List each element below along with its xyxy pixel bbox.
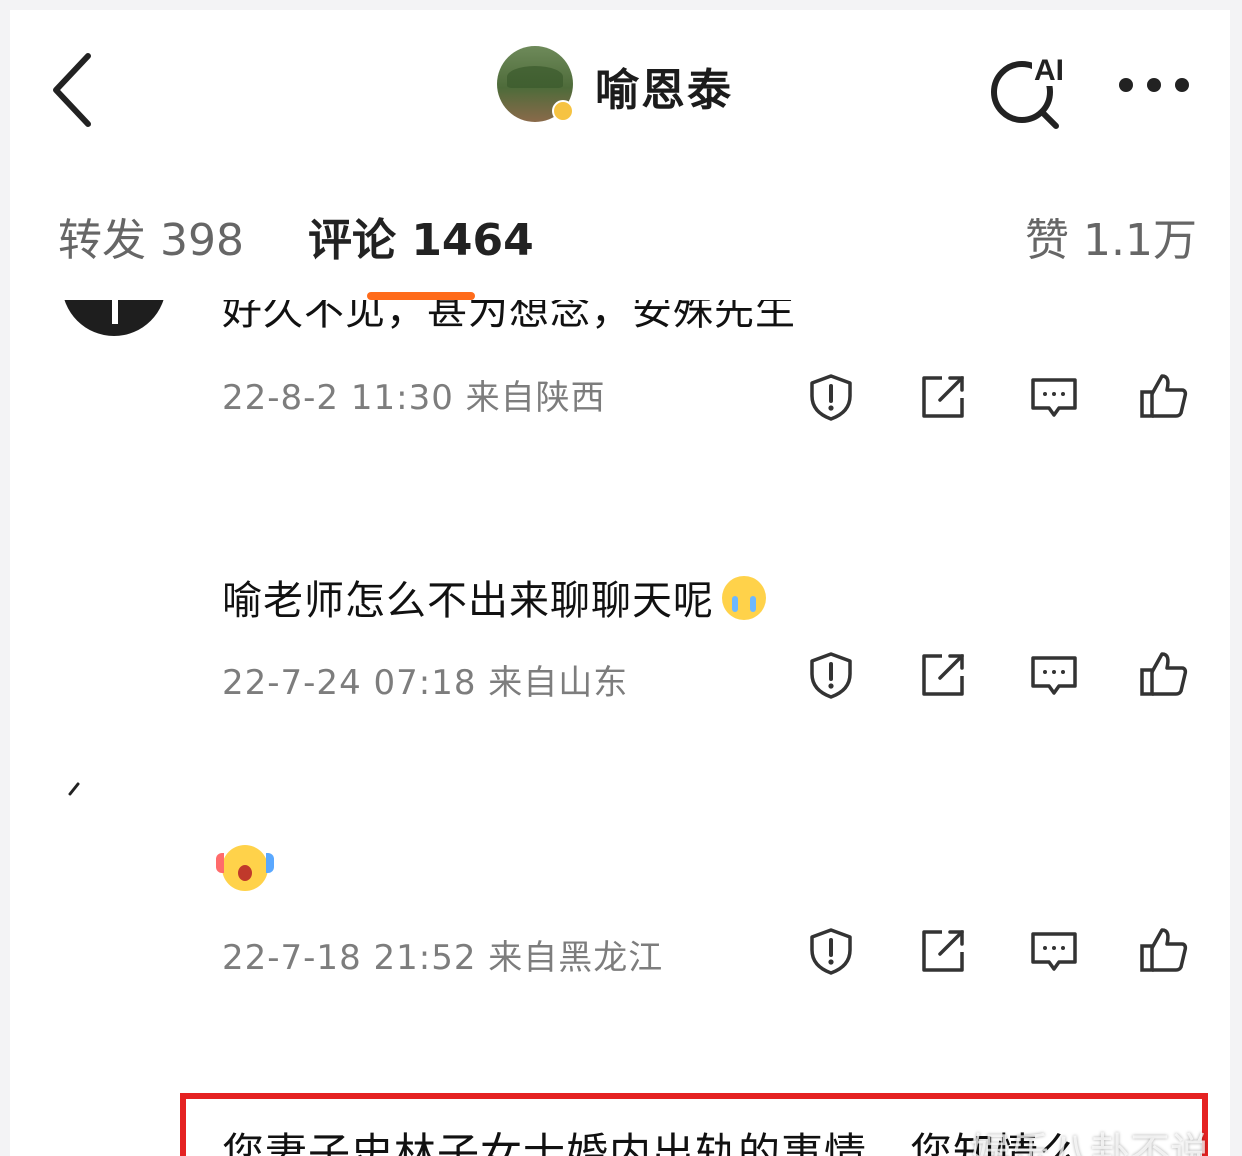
comment-text: 喻老师怎么不出来聊聊天呢	[222, 568, 766, 626]
comment-text	[216, 845, 274, 895]
share-icon[interactable]	[918, 372, 968, 422]
comment-text: 您妻子史林子女士婚内出轨的事情，您知情么	[222, 1129, 1083, 1156]
report-shield-icon[interactable]	[806, 926, 856, 976]
comment-meta: 22-8-2 11:30 来自陕西	[222, 378, 606, 418]
comment-text-content: 喻老师怎么不出来聊聊天呢	[222, 578, 714, 624]
interaction-tabs: 转发 398 评论 1464 赞 1.1万	[10, 190, 1230, 310]
tab-comment[interactable]: 评论 1464	[308, 204, 534, 268]
tab-repost[interactable]: 转发 398	[58, 204, 244, 268]
ai-search-icon[interactable]: AI	[988, 44, 1072, 134]
page-title: 喻恩泰	[595, 65, 733, 116]
tab-like[interactable]: 赞 1.1万	[1025, 204, 1197, 268]
like-thumb-icon[interactable]	[1138, 924, 1188, 974]
like-thumb-icon[interactable]	[1138, 648, 1188, 698]
comment-meta: 22-7-24 07:18 来自山东	[222, 663, 629, 703]
avatar-fragment-icon	[68, 782, 80, 796]
watermark: 娱乐八卦不说	[970, 1130, 1210, 1156]
back-arrow-icon[interactable]	[48, 50, 96, 130]
reply-comment-icon[interactable]	[1029, 650, 1079, 700]
comment-text: 好久不见，甚为想念，安殊先生	[222, 300, 796, 334]
commenter-avatar[interactable]	[62, 300, 166, 336]
report-shield-icon[interactable]	[806, 650, 856, 700]
comment-meta: 22-7-18 21:52 来自黑龙江	[222, 938, 664, 978]
reply-comment-icon[interactable]	[1029, 372, 1079, 422]
crying-face-icon	[722, 576, 766, 620]
verified-badge-icon	[552, 100, 574, 122]
screaming-face-icon	[216, 845, 274, 891]
ai-label: AI	[1034, 54, 1064, 87]
more-options-icon[interactable]	[1110, 60, 1200, 110]
report-shield-icon[interactable]	[806, 372, 856, 422]
reply-comment-icon[interactable]	[1029, 926, 1079, 976]
share-icon[interactable]	[918, 650, 968, 700]
share-icon[interactable]	[918, 926, 968, 976]
top-navigation-bar: 喻恩泰 AI	[10, 10, 1230, 160]
active-tab-indicator	[367, 292, 475, 300]
weibo-comments-screen: 喻恩泰 AI 转发 398 评论 1464 赞 1.1万 好久不见，甚为想念，安…	[10, 10, 1230, 1156]
like-thumb-icon[interactable]	[1138, 370, 1188, 420]
comment-list[interactable]: 好久不见，甚为想念，安殊先生 22-8-2 11:30 来自陕西 喻老师怎么不出…	[10, 300, 1230, 1156]
